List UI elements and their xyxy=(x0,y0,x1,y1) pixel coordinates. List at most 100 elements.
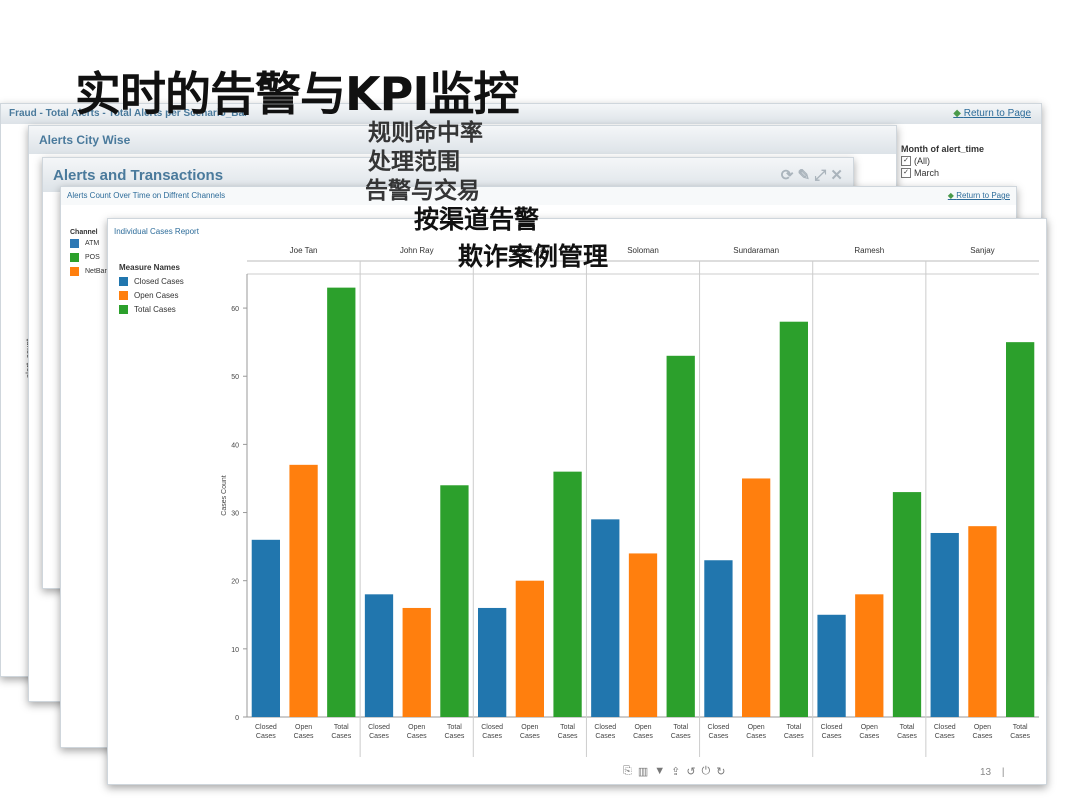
export-icon[interactable]: ⎘ xyxy=(623,765,632,778)
checkbox-checked-icon: ✓ xyxy=(901,168,911,178)
x-tick-label: Cases xyxy=(897,733,917,740)
bar-closed-cases xyxy=(478,607,507,717)
x-tick-label: Cases xyxy=(671,733,691,740)
x-tick-label: Cases xyxy=(973,733,993,740)
group-label: John Ray xyxy=(400,246,434,255)
y-tick-label: 40 xyxy=(231,442,239,449)
channels-return-link[interactable]: ◆ Return to Page xyxy=(948,191,1010,200)
back-arrow-icon: ◆ xyxy=(947,191,954,200)
group-label: Sanjay xyxy=(970,246,994,255)
return-to-page-link[interactable]: ◆ Return to Page xyxy=(953,108,1031,119)
edit-icon[interactable]: ✎ xyxy=(797,167,810,184)
cases-report-window: Individual Cases Report Measure Names Cl… xyxy=(107,218,1047,785)
y-axis-title: Cases Count xyxy=(221,475,228,516)
back-arrow-icon: ◆ xyxy=(953,108,961,119)
x-tick-label: Cases xyxy=(407,733,427,740)
x-tick-label: Total xyxy=(560,724,575,731)
y-tick-label: 10 xyxy=(231,647,239,654)
bar-closed-cases xyxy=(251,539,280,717)
x-tick-label: Closed xyxy=(708,724,730,731)
x-tick-label: Open xyxy=(521,724,538,731)
x-tick-label: Cases xyxy=(520,733,540,740)
x-tick-label: Closed xyxy=(255,724,277,731)
y-tick-label: 50 xyxy=(231,374,239,381)
bar-total-cases xyxy=(327,287,356,717)
bar-total-cases xyxy=(779,321,808,717)
x-tick-label: Cases xyxy=(294,733,314,740)
channels-window-title: Alerts Count Over Time on Diffrent Chann… xyxy=(67,191,226,200)
x-tick-label: Cases xyxy=(595,733,615,740)
x-tick-label: Total xyxy=(900,724,915,731)
power-icon[interactable]: ⏻ xyxy=(702,765,711,778)
filter-item-all[interactable]: ✓ (All) xyxy=(901,156,984,166)
legend-item-atm[interactable]: ATM xyxy=(70,239,112,248)
bar-open-cases xyxy=(855,594,884,717)
x-tick-label: Cases xyxy=(256,733,276,740)
bar-open-cases xyxy=(289,464,318,717)
y-tick-label: 0 xyxy=(235,715,239,722)
x-tick-label: Cases xyxy=(1010,733,1030,740)
x-tick-label: Cases xyxy=(709,733,729,740)
bar-total-cases xyxy=(440,485,469,717)
x-tick-label: Cases xyxy=(935,733,955,740)
channel-legend: Channel ATM POS NetBank xyxy=(70,229,112,276)
bar-closed-cases xyxy=(817,614,846,717)
y-tick-label: 30 xyxy=(231,511,239,518)
x-tick-label: Cases xyxy=(558,733,578,740)
bar-open-cases xyxy=(628,553,658,717)
x-tick-label: Open xyxy=(408,724,425,731)
chart-type-icon[interactable]: ▥ xyxy=(638,765,648,778)
x-tick-label: Total xyxy=(334,724,349,731)
bar-open-cases xyxy=(515,580,544,717)
undo-icon[interactable]: ↺ xyxy=(686,765,695,778)
x-tick-label: Cases xyxy=(859,733,879,740)
bar-open-cases xyxy=(402,607,431,717)
bar-closed-cases xyxy=(591,519,620,717)
overlay-label-fraud-cases: 欺诈案例管理 xyxy=(458,242,609,271)
filter-item-march[interactable]: ✓ March xyxy=(901,168,984,178)
refresh-icon[interactable]: ⟳ xyxy=(781,167,794,184)
channel-legend-title: Channel xyxy=(70,229,98,236)
bar-total-cases xyxy=(892,492,922,717)
city-window-title: Alerts City Wise xyxy=(39,133,131,147)
bar-closed-cases xyxy=(704,560,733,717)
filter-icon[interactable]: ▼ xyxy=(654,765,665,778)
x-tick-label: Closed xyxy=(368,724,390,731)
x-tick-label: Cases xyxy=(331,733,351,740)
month-filter: Month of alert_time ✓ (All) ✓ March xyxy=(901,144,984,178)
overlay-label-channel-alerts: 按渠道告警 xyxy=(414,205,540,234)
x-tick-label: Cases xyxy=(482,733,502,740)
page-number: 13 | xyxy=(980,767,1005,778)
expand-icon[interactable]: ⤢ xyxy=(814,167,826,184)
x-tick-label: Closed xyxy=(821,724,843,731)
x-tick-label: Cases xyxy=(633,733,653,740)
x-tick-label: Total xyxy=(673,724,688,731)
refresh-icon[interactable]: ↻ xyxy=(716,765,725,778)
x-tick-label: Open xyxy=(748,724,765,731)
x-tick-label: Open xyxy=(634,724,651,731)
close-icon[interactable]: ✕ xyxy=(830,167,843,184)
x-tick-label: Open xyxy=(974,724,991,731)
x-tick-label: Closed xyxy=(594,724,616,731)
group-label: Ramesh xyxy=(854,246,884,255)
legend-item-netbank[interactable]: NetBank xyxy=(70,267,112,276)
bar-total-cases xyxy=(666,355,695,717)
viz-toolbar: ⎘ ▥ ▼ ⇪ ↺ ⏻ ↻ xyxy=(620,765,728,778)
x-tick-label: Cases xyxy=(445,733,465,740)
bar-closed-cases xyxy=(364,594,394,717)
x-tick-label: Closed xyxy=(481,724,503,731)
group-label: Sundaraman xyxy=(733,246,779,255)
filter-title: Month of alert_time xyxy=(901,144,985,154)
bar-open-cases xyxy=(968,526,997,717)
transactions-window-title: Alerts and Transactions xyxy=(53,167,224,184)
legend-item-pos[interactable]: POS xyxy=(70,253,112,262)
window-tools: ⟳ ✎ ⤢ ✕ xyxy=(781,166,843,184)
x-tick-label: Cases xyxy=(746,733,766,740)
x-tick-label: Open xyxy=(295,724,312,731)
x-tick-label: Cases xyxy=(784,733,804,740)
bar-open-cases xyxy=(742,478,771,717)
share-icon[interactable]: ⇪ xyxy=(671,765,680,778)
y-tick-label: 60 xyxy=(231,306,239,313)
x-tick-label: Total xyxy=(786,724,801,731)
x-tick-label: Total xyxy=(1013,724,1028,731)
